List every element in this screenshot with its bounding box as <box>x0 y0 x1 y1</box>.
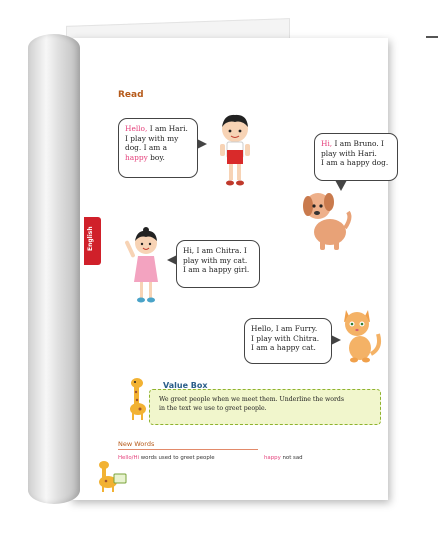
value-box-text: in the text we use to greet people. <box>159 405 267 412</box>
bubble-text: I am a happy dog. <box>321 158 389 168</box>
giraffe-small-icon <box>99 461 127 492</box>
new-words-title: New Words <box>118 440 155 448</box>
bubble-text: I play with my <box>125 133 179 143</box>
happy-word: happy <box>125 152 148 162</box>
section-heading: Read <box>118 90 144 100</box>
speech-bubble-furry: Hello, I am Furry. I play with Chitra. I… <box>244 318 341 364</box>
boy-illustration <box>220 114 250 186</box>
bubble-text: I am Bruno. I <box>332 139 384 148</box>
bubble-tail <box>197 139 207 149</box>
bubble-text: play with my cat. <box>183 255 248 265</box>
new-word-meaning: not sad <box>280 455 303 461</box>
bubble-text: boy. <box>147 152 165 162</box>
cat-illustration <box>344 310 382 363</box>
new-word-item: happy not sad <box>264 455 303 461</box>
greet-word: Hi, <box>321 139 333 148</box>
side-tab: English <box>84 217 101 265</box>
book: English Read Hello, I am Hari. I play wi… <box>0 0 438 536</box>
new-word: happy <box>264 455 281 461</box>
value-box: We greet people when we meet them. Under… <box>149 389 381 425</box>
book-spine <box>28 34 80 504</box>
corner-mark <box>426 36 438 38</box>
bubble-text: play with Hari. <box>321 148 377 158</box>
bubble-text: Hello, I am Furry. <box>251 324 318 333</box>
giraffe-icon <box>130 378 146 420</box>
bubble-text: I am a happy girl. <box>183 265 250 275</box>
speech-bubble-hari: Hello, I am Hari. I play with my dog. I … <box>118 118 207 178</box>
bubble-text: I am a happy cat. <box>251 343 316 353</box>
bubble-text: Hi, I am Chitra. I <box>183 246 247 255</box>
value-box-text: We greet people when we meet them. Under… <box>159 396 345 403</box>
dog-illustration <box>303 193 352 250</box>
new-word-meaning: words used to greet people <box>139 455 215 461</box>
new-word-item: Hello/Hi words used to greet people <box>118 455 215 461</box>
speech-bubble-chitra: Hi, I am Chitra. I play with my cat. I a… <box>167 240 260 288</box>
greet-word: Hello, <box>125 124 148 133</box>
bubble-text: I am Hari. <box>147 124 188 133</box>
divider <box>118 449 258 450</box>
bubble-tail <box>167 255 177 265</box>
side-tab-label: English <box>87 226 94 251</box>
bubble-text: dog. I am a <box>125 143 168 153</box>
speech-bubble-bruno: Hi, I am Bruno. I play with Hari. I am a… <box>314 133 398 191</box>
bubble-text: I play with Chitra. <box>251 333 320 343</box>
girl-illustration <box>125 227 158 303</box>
